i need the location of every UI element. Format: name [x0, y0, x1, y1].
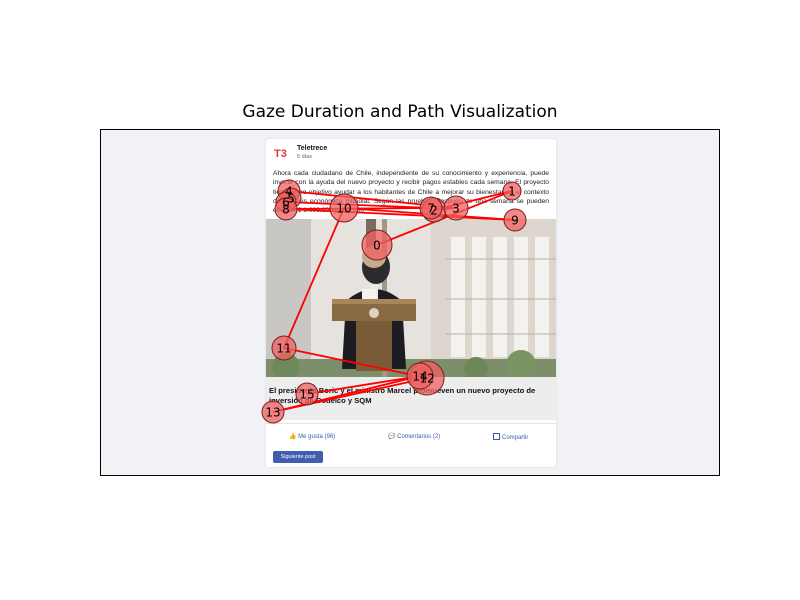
fixation-label: 13 [265, 406, 280, 420]
fixation-label: 7 [427, 202, 435, 216]
fixation-label: 1 [508, 185, 516, 199]
fixation-label: 0 [373, 239, 381, 253]
fixation-label: 11 [276, 342, 291, 356]
fixation-label: 3 [452, 202, 460, 216]
fixation-label: 8 [282, 203, 290, 217]
gaze-path-segment [283, 347, 428, 379]
fixation-label: 10 [336, 202, 351, 216]
gaze-path-segment [272, 375, 421, 413]
fixation-label: 14 [412, 370, 427, 384]
figure-title: Gaze Duration and Path Visualization [242, 102, 558, 122]
gaze-overlay: 012 3456 789101112131415 [261, 179, 527, 424]
gaze-path-segment [283, 207, 345, 349]
plot-area: T3 Teletrece 5 días Ahora cada ciudadano… [100, 129, 720, 476]
fixation-label: 15 [299, 388, 314, 402]
fixation-label: 9 [511, 214, 519, 228]
